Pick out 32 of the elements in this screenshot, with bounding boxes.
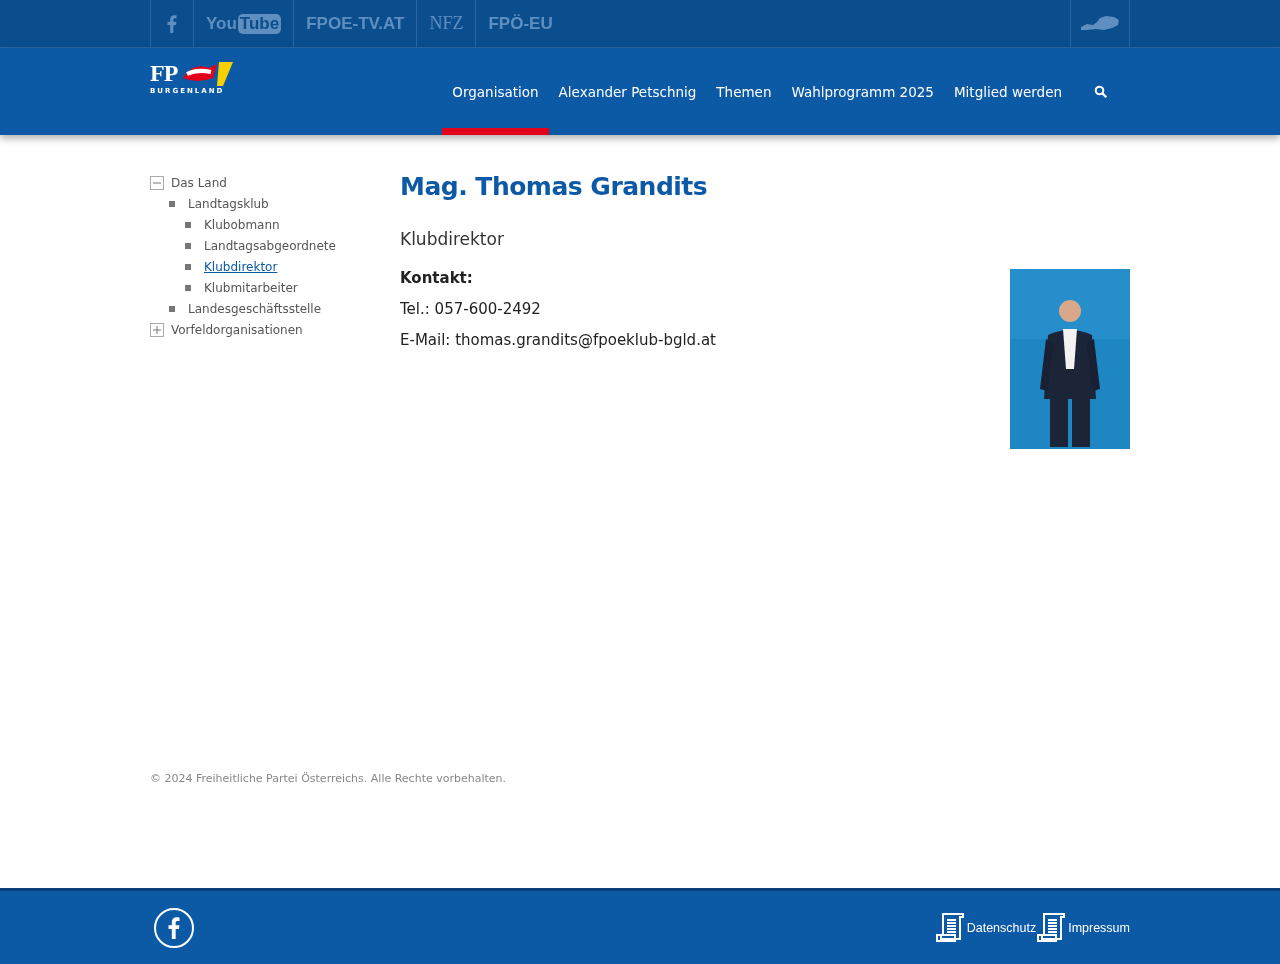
bullet-icon [185,242,191,249]
contact-heading: Kontakt: [400,269,474,287]
nav-tab[interactable]: Wahlprogramm 2025 [781,48,944,135]
document-icon [934,911,967,944]
sidebar-link[interactable]: Landesgeschäftsstelle [188,301,322,316]
person-role: Klubdirektor [400,229,505,249]
bullet-icon [169,200,175,207]
nav-tab[interactable]: Organisation [442,48,549,135]
sidebar-link[interactable]: Vorfeldorganisationen [171,322,303,337]
bullet-icon [185,221,191,228]
footer-link[interactable]: Datenschutz [966,920,1037,935]
search-icon[interactable] [1094,84,1108,99]
sidebar-link[interactable]: Klubdirektor [204,259,278,274]
nav-tab[interactable]: Alexander Petschnig [548,48,707,135]
sidebar-link[interactable]: Das Land [171,175,227,190]
bullet-icon [185,263,191,270]
person-name: Mag. Thomas Grandits [400,172,709,201]
sidebar-link[interactable]: Landtagsabgeordnete [204,238,336,253]
facebook-icon[interactable] [168,916,180,939]
collapse-toggle[interactable] [150,175,164,190]
sidebar-link[interactable]: Klubmitarbeiter [204,280,298,295]
footer-link[interactable]: Impressum [1068,920,1130,935]
copyright-text: © 2024 Freiheitliche Partei Österreichs. Alle Rechte vorbehalten. [150,772,507,785]
nav-tab[interactable]: Mitglied werden [943,48,1072,135]
sidebar-link[interactable]: Landtagsklub [188,196,269,211]
phone-text: Tel.: 057-600-2492 [400,300,542,318]
email-text: E-Mail: thomas.grandits@fpoeklub-bgld.at [400,331,716,349]
nav-tab[interactable]: Themen [706,48,782,135]
bullet-icon [185,284,191,291]
sidebar-link[interactable]: Klubobmann [204,217,280,232]
bullet-icon [169,305,175,312]
expand-toggle[interactable] [150,322,164,337]
